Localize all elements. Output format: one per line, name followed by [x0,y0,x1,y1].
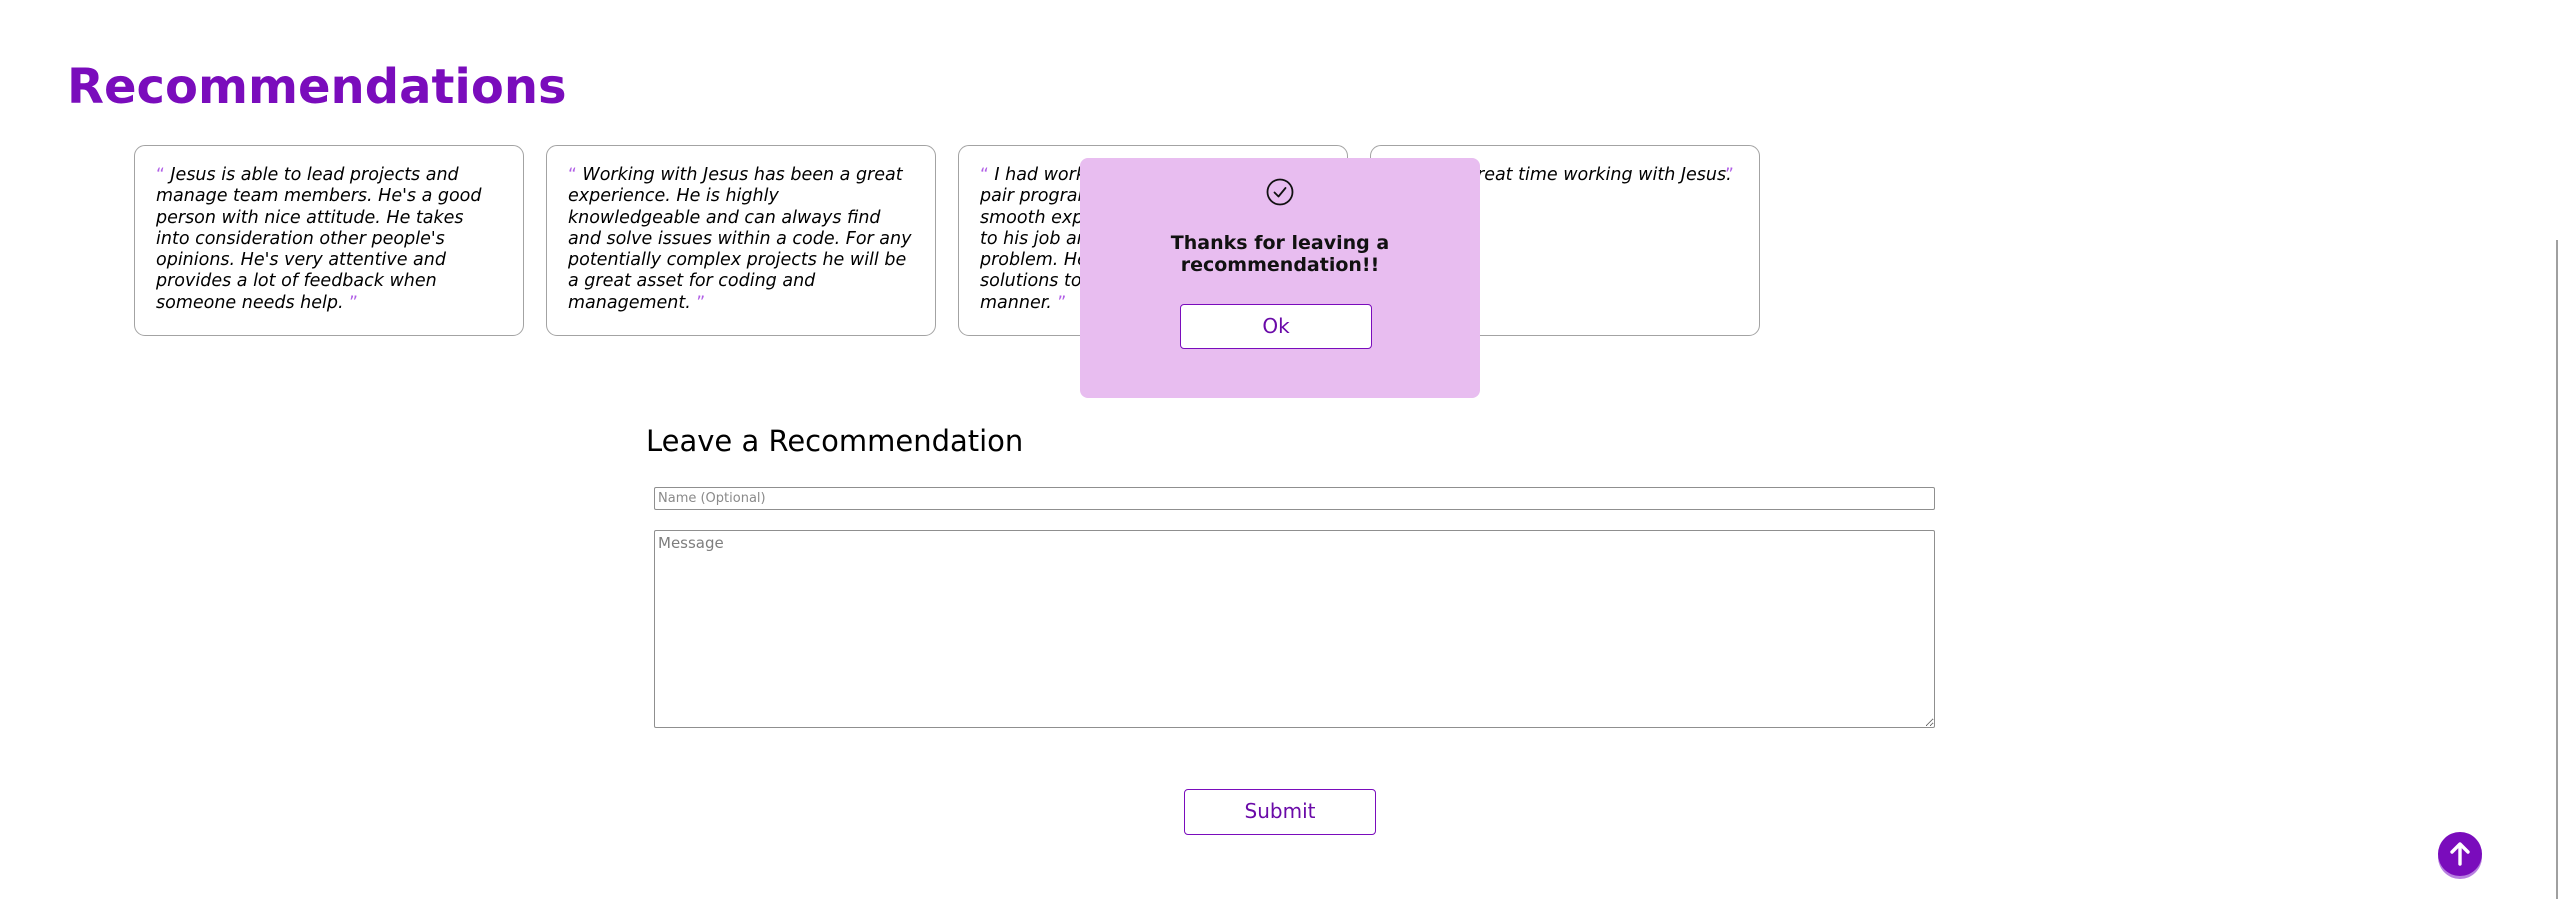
check-circle-icon [1265,177,1295,207]
open-quote: “ [980,165,989,185]
scrollbar[interactable] [2556,240,2558,899]
form-title: Leave a Recommendation [646,424,1024,458]
name-input[interactable] [654,487,1935,510]
recommendation-text-line: solutions to [980,271,1082,292]
submit-button[interactable]: Submit [1184,789,1376,835]
page: Recommendations “ Jesus is able to lead … [0,0,2560,899]
modal-message: Thanks for leaving a recommendation!! [1170,232,1390,276]
close-quote: ” [1057,292,1067,313]
recommendation-text-line: smooth expe [980,207,1095,228]
recommendation-card: “ Jesus is able to lead projects and man… [134,145,524,336]
message-input[interactable] [654,530,1935,728]
close-quote: ” [349,292,358,313]
recommendation-card: “ Working with Jesus has been a great ex… [546,145,936,336]
recommendation-text-line: manner. [980,292,1052,313]
recommendation-text: reat time working with Jesus. [1477,165,1732,185]
page-title: Recommendations [67,59,567,115]
open-quote: “ [568,165,577,185]
recommendation-text-line: to his job an [980,228,1088,249]
close-quote: ” [1725,165,1734,185]
success-modal: Thanks for leaving a recommendation!! Ok [1080,158,1480,398]
recommendation-text: Jesus is able to lead projects and manag… [156,165,482,313]
scroll-to-top-button[interactable] [2438,832,2482,876]
recommendation-text-line: pair program [980,186,1095,207]
recommendation-text-line: I had work [994,165,1086,185]
recommendation-text-line: problem. He [980,250,1088,271]
ok-button[interactable]: Ok [1180,304,1372,349]
recommendation-text: Working with Jesus has been a great expe… [568,165,912,313]
close-quote: ” [696,292,706,313]
open-quote: “ [156,165,165,185]
